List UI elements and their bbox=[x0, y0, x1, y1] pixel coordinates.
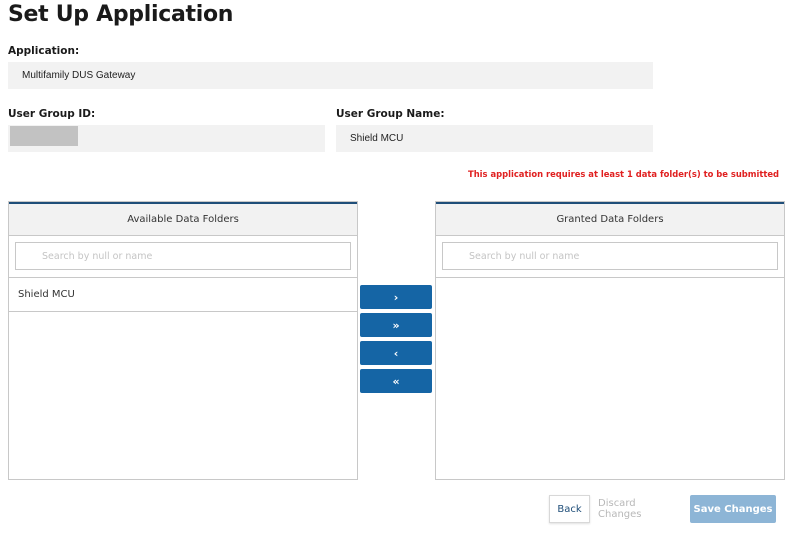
page-title: Set Up Application bbox=[8, 2, 234, 27]
available-search-input[interactable] bbox=[15, 242, 351, 270]
application-label: Application: bbox=[8, 45, 80, 57]
move-left-button[interactable]: ‹ bbox=[360, 341, 432, 365]
available-folder-item[interactable]: Shield MCU bbox=[9, 278, 357, 312]
granted-search-input[interactable] bbox=[442, 242, 778, 270]
available-folders-panel: Available Data Folders Shield MCU bbox=[8, 201, 358, 480]
move-all-right-button[interactable]: » bbox=[360, 313, 432, 337]
redacted-user-group-id bbox=[10, 126, 78, 146]
user-group-id-label: User Group ID: bbox=[8, 108, 96, 120]
granted-folders-header: Granted Data Folders bbox=[436, 202, 784, 236]
data-folder-warning: This application requires at least 1 dat… bbox=[468, 169, 780, 179]
move-all-left-button[interactable]: « bbox=[360, 369, 432, 393]
back-button[interactable]: Back bbox=[549, 495, 590, 523]
granted-search-divider bbox=[436, 277, 784, 278]
granted-folders-panel: Granted Data Folders bbox=[435, 201, 785, 480]
discard-changes-button[interactable]: Discard Changes bbox=[598, 495, 680, 523]
available-folders-header: Available Data Folders bbox=[9, 202, 357, 236]
save-changes-button[interactable]: Save Changes bbox=[690, 495, 776, 523]
user-group-name-field: Shield MCU bbox=[336, 125, 653, 152]
user-group-name-label: User Group Name: bbox=[336, 108, 445, 120]
move-right-button[interactable]: › bbox=[360, 285, 432, 309]
application-field: Multifamily DUS Gateway bbox=[8, 62, 653, 89]
